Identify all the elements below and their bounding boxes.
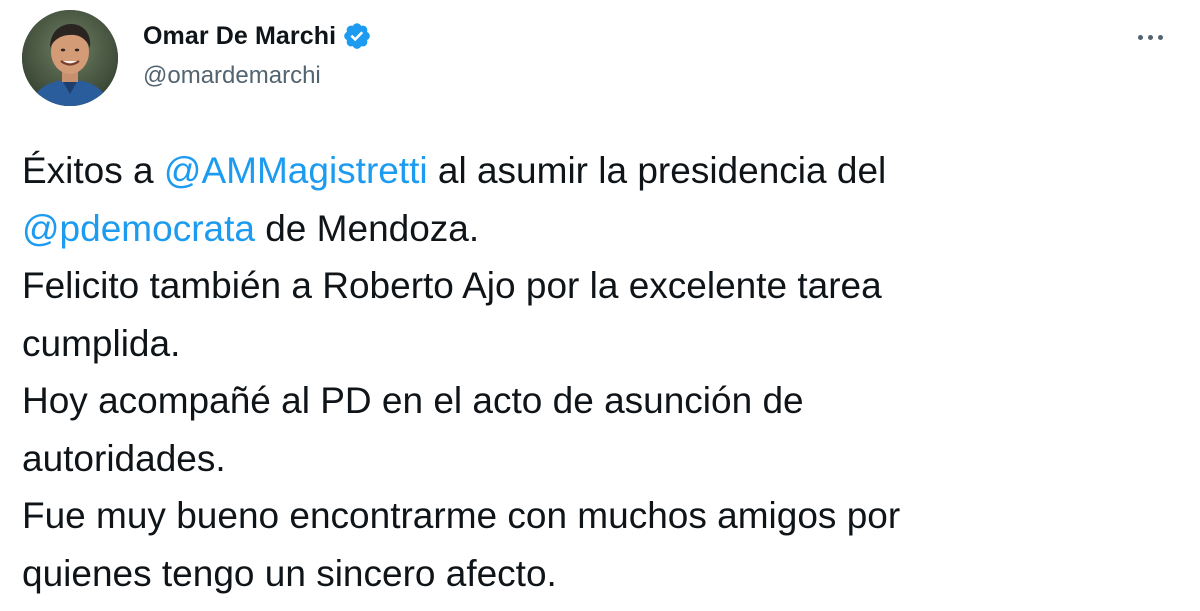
profile-photo-icon xyxy=(22,10,118,106)
tweet-card: Omar De Marchi @omardemarchi Éxitos a @A… xyxy=(0,0,1200,611)
tweet-line-5: Hoy acompañé al PD en el acto de asunció… xyxy=(22,380,804,421)
mention-link[interactable]: @pdemocrata xyxy=(22,208,255,249)
tweet-text-segment: Éxitos a xyxy=(22,150,164,191)
tweet-line-7: Fue muy bueno encontrarme con muchos ami… xyxy=(22,495,901,536)
author-name[interactable]: Omar De Marchi xyxy=(143,22,336,51)
author-avatar[interactable] xyxy=(22,10,118,106)
dot xyxy=(1137,34,1143,40)
tweet-line-2: @pdemocrata de Mendoza. xyxy=(22,200,1182,258)
tweet-line-4: cumplida. xyxy=(22,322,181,364)
verified-badge-icon xyxy=(342,21,372,51)
tweet-line-8: quienes tengo un sincero afecto. xyxy=(22,552,557,594)
author-handle[interactable]: @omardemarchi xyxy=(143,62,321,90)
tweet-line-6: autoridades. xyxy=(22,437,226,479)
tweet-text-segment: al asumir la presidencia del xyxy=(427,150,887,191)
dot xyxy=(1147,34,1153,40)
mention-link[interactable]: @AMMagistretti xyxy=(164,150,428,191)
tweet-text: Éxitos a @AMMagistretti al asumir la pre… xyxy=(22,142,1182,602)
tweet-text-segment: de Mendoza. xyxy=(254,207,480,249)
author-name-row: Omar De Marchi xyxy=(143,18,372,54)
tweet-line-3: Felicito también a Roberto Ajo por la ex… xyxy=(22,265,882,306)
tweet-line-1: Éxitos a @AMMagistretti al asumir la pre… xyxy=(22,142,1182,200)
dot xyxy=(1157,34,1163,40)
more-options-icon[interactable] xyxy=(1130,22,1170,52)
